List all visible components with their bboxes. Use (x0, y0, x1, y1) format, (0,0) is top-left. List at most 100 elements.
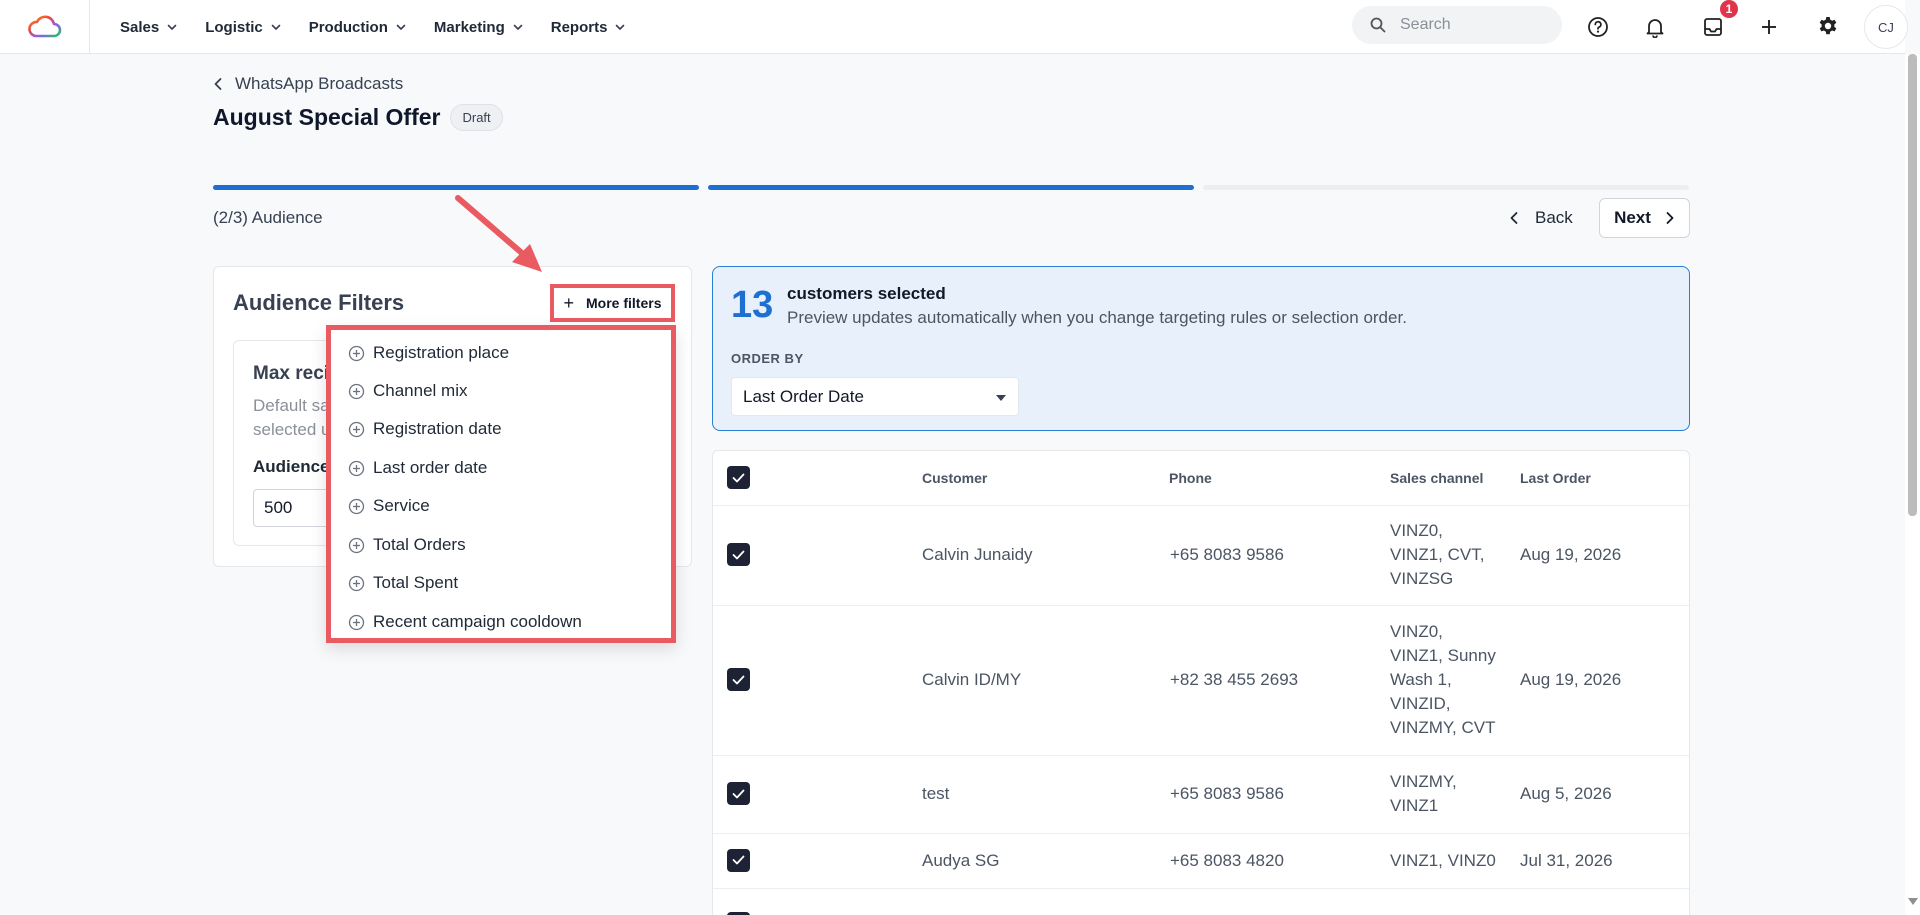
status-badge: Draft (450, 104, 503, 131)
chevron-down-icon (396, 24, 406, 30)
add-button[interactable] (1755, 13, 1783, 41)
filter-option-label: Service (373, 496, 430, 515)
progress-step-3 (1203, 185, 1689, 190)
inbox-button[interactable] (1699, 13, 1727, 41)
top-navigation-bar: Sales Logistic Production Marketing Reports (0, 0, 1905, 54)
title-row: August Special Offer Draft (213, 104, 503, 131)
settings-button[interactable] (1814, 13, 1842, 41)
cell-sales-channel-line: VINZ1, Sunny (1390, 646, 1496, 665)
user-avatar[interactable]: CJ (1864, 5, 1908, 49)
column-header-phone[interactable]: Phone (1169, 470, 1212, 486)
chevron-down-icon (167, 24, 177, 30)
order-by-value: Last Order Date (743, 386, 864, 406)
filter-option-label: Total Spent (373, 573, 459, 592)
help-button[interactable] (1584, 13, 1612, 41)
caret-down-icon (996, 395, 1006, 401)
chevron-down-icon (271, 24, 281, 30)
plus-icon: + (563, 292, 575, 313)
page-title: August Special Offer (213, 104, 441, 130)
annotation-arrow-icon (455, 195, 542, 272)
scroll-down-arrow[interactable] (1908, 898, 1918, 905)
nav-item-sales[interactable]: Sales (120, 19, 177, 36)
search-box[interactable] (1352, 6, 1562, 44)
bell-icon (1646, 19, 1664, 38)
cell-customer: Calvin Junaidy (922, 545, 1033, 564)
selected-description: Preview updates automatically when you c… (787, 308, 1407, 327)
plus-circle-icon (348, 498, 365, 514)
max-recipients-description: Default sa selected u (253, 394, 328, 442)
filter-option-label: Recent campaign cooldown (373, 612, 582, 631)
cell-phone: +65 8083 9586 (1170, 545, 1284, 564)
filter-option-label: Last order date (373, 458, 488, 477)
more-filters-button[interactable]: + More filters (550, 284, 675, 322)
breadcrumb[interactable]: WhatsApp Broadcasts (213, 74, 403, 94)
more-filters-label: More filters (586, 295, 662, 311)
check-icon (732, 675, 745, 684)
cell-last-order: Jul 31, 2026 (1520, 850, 1613, 870)
column-header-last-order[interactable]: Last Order (1520, 470, 1591, 486)
row-divider (713, 888, 1689, 889)
back-label: Back (1535, 208, 1573, 227)
filter-option-total-spent[interactable]: Total Spent (348, 571, 458, 595)
cell-sales-channel-line: Wash 1, (1390, 670, 1452, 689)
row-divider (713, 605, 1689, 606)
filter-option-service[interactable]: Service (348, 494, 430, 518)
plus-circle-icon (348, 537, 365, 553)
column-header-sales-channel[interactable]: Sales channel (1390, 470, 1483, 486)
plus-circle-icon (348, 421, 365, 437)
filter-option-total-orders[interactable]: Total Orders (348, 533, 466, 557)
nav-item-label: Production (308, 18, 388, 36)
chevron-left-icon (214, 78, 222, 90)
cell-customer: Calvin ID/MY (922, 670, 1022, 689)
nav-item-reports[interactable]: Reports (551, 19, 626, 36)
cell-last-order: Aug 19, 2026 (1520, 670, 1622, 689)
cell-sales-channel-line: VINZ0, (1390, 521, 1443, 540)
row-divider (713, 505, 1689, 506)
more-filters-dropdown: Registration place Channel mix Registratio… (326, 325, 676, 643)
filters-title: Audience Filters (233, 290, 405, 315)
app-logo[interactable] (0, 0, 90, 54)
row-checkbox[interactable] (727, 848, 750, 872)
step-label: (2/3) Audience (213, 208, 323, 227)
order-by-select[interactable]: Last Order Date (731, 377, 1019, 416)
cell-phone: +65 8083 4820 (1170, 850, 1284, 870)
selected-count: 13 (731, 284, 774, 326)
filter-option-recent-campaign-cooldown[interactable]: Recent campaign cooldown (348, 610, 582, 634)
row-checkbox[interactable] (727, 543, 750, 566)
nav-item-label: Marketing (433, 18, 505, 36)
nav-item-production[interactable]: Production (309, 19, 406, 36)
row-checkbox[interactable] (727, 668, 750, 691)
search-icon (1370, 17, 1386, 33)
check-icon (732, 473, 745, 482)
plus-icon (1762, 20, 1776, 34)
select-all-checkbox[interactable] (727, 466, 750, 489)
search-input[interactable] (1400, 16, 1540, 34)
progress-step-2 (708, 185, 1194, 190)
notifications-button[interactable] (1641, 13, 1669, 41)
cell-last-order: Aug 19, 2026 (1520, 545, 1622, 564)
filter-option-registration-date[interactable]: Registration date (348, 417, 502, 441)
filter-option-registration-place[interactable]: Registration place (348, 341, 509, 365)
filter-option-last-order-date[interactable]: Last order date (348, 456, 487, 480)
chevron-down-icon (616, 24, 625, 30)
row-checkbox[interactable] (727, 782, 750, 805)
filter-option-channel-mix[interactable]: Channel mix (348, 379, 468, 403)
cell-sales-channel-line: VINZ0, (1390, 622, 1443, 641)
scrollbar-thumb[interactable] (1908, 54, 1917, 516)
filter-option-label: Channel mix (373, 381, 468, 400)
nav-item-marketing[interactable]: Marketing (434, 19, 523, 36)
back-button[interactable]: Back (1497, 198, 1585, 238)
column-header-customer[interactable]: Customer (922, 470, 987, 486)
plus-circle-icon (348, 460, 365, 476)
check-icon (732, 855, 745, 865)
plus-circle-icon (348, 345, 365, 361)
notification-badge: 1 (1720, 0, 1738, 18)
nav-item-logistic[interactable]: Logistic (205, 19, 281, 36)
plus-circle-icon (348, 383, 365, 399)
row-divider (713, 833, 1689, 834)
chevron-left-icon (1510, 212, 1518, 224)
next-button[interactable]: Next (1599, 198, 1690, 238)
cell-sales-channel-line: VINZMY, (1390, 772, 1457, 791)
max-desc-line-2: selected u (253, 420, 328, 439)
check-icon (732, 789, 745, 798)
